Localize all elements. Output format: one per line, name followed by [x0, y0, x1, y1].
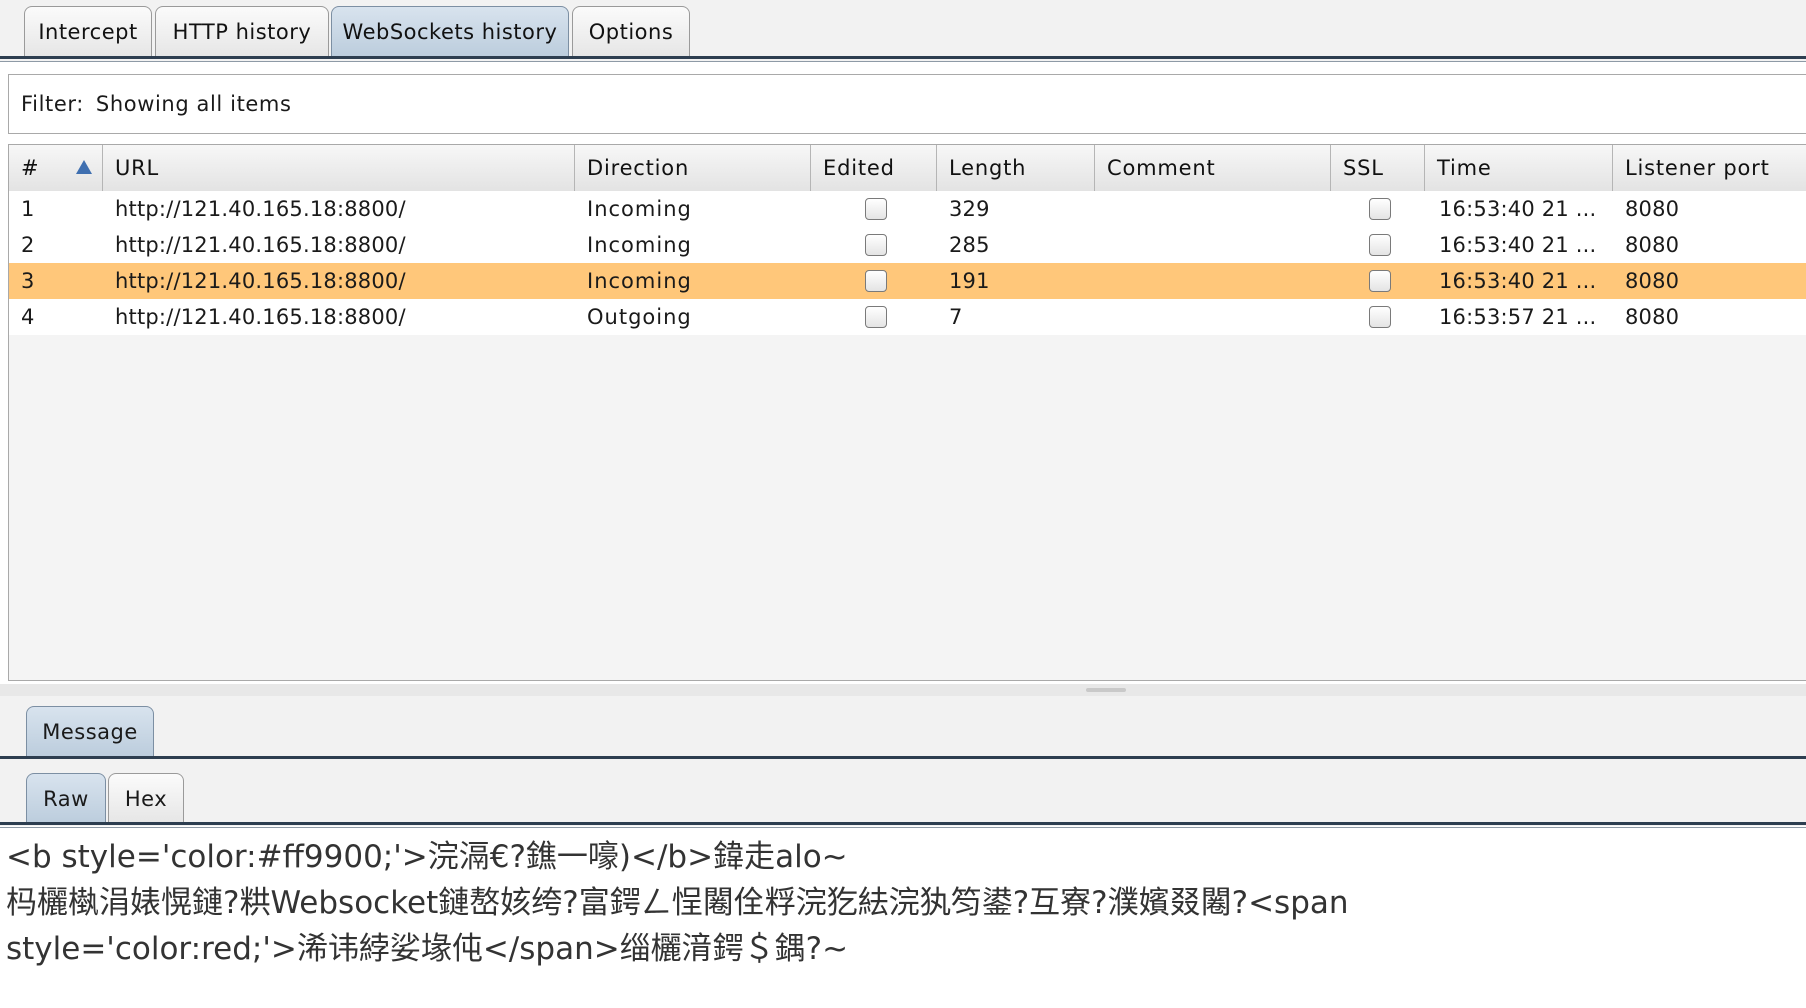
filter-label: Filter: [21, 92, 84, 116]
column-header-time[interactable]: Time [1425, 145, 1613, 191]
column-header-comment[interactable]: Comment [1095, 145, 1331, 191]
cell-direction: Incoming [587, 269, 692, 293]
edited-checkbox[interactable] [865, 198, 887, 220]
cell-length: 329 [949, 197, 990, 221]
cell-url: http://121.40.165.18:8800/ [115, 305, 406, 329]
message-tab-underline [0, 756, 1806, 759]
cell-url: http://121.40.165.18:8800/ [115, 197, 406, 221]
column-header-ssl[interactable]: SSL [1331, 145, 1425, 191]
column-header-direction[interactable]: Direction [575, 145, 811, 191]
view-tab-underline [0, 822, 1806, 825]
cell-comment [1107, 263, 1327, 299]
ssl-checkbox[interactable] [1369, 198, 1391, 220]
filter-bar[interactable]: Filter: Showing all items [8, 74, 1806, 134]
raw-message-content[interactable]: <b style='color:#ff9900;'>浣滆€?鐎一嚎)</b>鍏走… [6, 834, 1796, 1004]
column-header-url[interactable]: URL [103, 145, 575, 191]
cell-url: http://121.40.165.18:8800/ [115, 269, 406, 293]
cell-comment [1107, 227, 1327, 263]
cell-listener-port: 8080 [1625, 233, 1680, 257]
cell-direction: Incoming [587, 233, 692, 257]
main-tab-strip: Intercept HTTP history WebSockets histor… [0, 0, 1806, 62]
column-header-number[interactable]: # [9, 145, 103, 191]
cell-number: 1 [21, 197, 35, 221]
websockets-history-table: # URL Direction Edited Length Comment SS… [8, 144, 1806, 681]
cell-comment [1107, 191, 1327, 227]
sort-ascending-icon [76, 160, 92, 174]
table-row[interactable]: 1 http://121.40.165.18:8800/ Incoming 32… [9, 191, 1806, 227]
message-pane-tabs [0, 696, 1806, 826]
table-row[interactable]: 4 http://121.40.165.18:8800/ Outgoing 7 … [9, 299, 1806, 335]
tab-raw[interactable]: Raw [26, 773, 106, 823]
cell-listener-port: 8080 [1625, 305, 1680, 329]
cell-listener-port: 8080 [1625, 197, 1680, 221]
cell-comment [1107, 299, 1327, 335]
cell-direction: Outgoing [587, 305, 692, 329]
ssl-checkbox[interactable] [1369, 234, 1391, 256]
cell-number: 2 [21, 233, 35, 257]
edited-checkbox[interactable] [865, 270, 887, 292]
cell-listener-port: 8080 [1625, 269, 1680, 293]
tab-websockets-history[interactable]: WebSockets history [331, 6, 569, 56]
cell-direction: Incoming [587, 197, 692, 221]
cell-length: 191 [949, 269, 990, 293]
view-tab-divider [0, 827, 1806, 828]
cell-length: 285 [949, 233, 990, 257]
table-header: # URL Direction Edited Length Comment SS… [9, 145, 1806, 192]
tab-strip-underline [0, 56, 1806, 59]
column-header-length[interactable]: Length [937, 145, 1095, 191]
table-row[interactable]: 2 http://121.40.165.18:8800/ Incoming 28… [9, 227, 1806, 263]
cell-length: 7 [949, 305, 963, 329]
filter-value: Showing all items [95, 92, 292, 116]
splitter-grip-icon[interactable] [1086, 688, 1126, 692]
cell-time: 16:53:40 21 ... [1439, 233, 1597, 257]
cell-time: 16:53:40 21 ... [1439, 269, 1597, 293]
ssl-checkbox[interactable] [1369, 270, 1391, 292]
column-header-edited[interactable]: Edited [811, 145, 937, 191]
tab-hex[interactable]: Hex [108, 773, 184, 823]
cell-url: http://121.40.165.18:8800/ [115, 233, 406, 257]
ssl-checkbox[interactable] [1369, 306, 1391, 328]
tab-options[interactable]: Options [572, 6, 690, 56]
tab-intercept[interactable]: Intercept [24, 6, 152, 56]
edited-checkbox[interactable] [865, 306, 887, 328]
cell-time: 16:53:57 21 ... [1439, 305, 1597, 329]
column-header-label: # [21, 156, 40, 180]
cell-number: 4 [21, 305, 35, 329]
tab-strip-divider [0, 61, 1806, 62]
cell-time: 16:53:40 21 ... [1439, 197, 1597, 221]
tab-http-history[interactable]: HTTP history [155, 6, 329, 56]
cell-number: 3 [21, 269, 35, 293]
table-row-selected[interactable]: 3 http://121.40.165.18:8800/ Incoming 19… [9, 263, 1806, 299]
edited-checkbox[interactable] [865, 234, 887, 256]
pane-splitter[interactable] [0, 684, 1806, 696]
column-header-listener-port[interactable]: Listener port [1613, 145, 1806, 191]
tab-message[interactable]: Message [26, 706, 154, 756]
